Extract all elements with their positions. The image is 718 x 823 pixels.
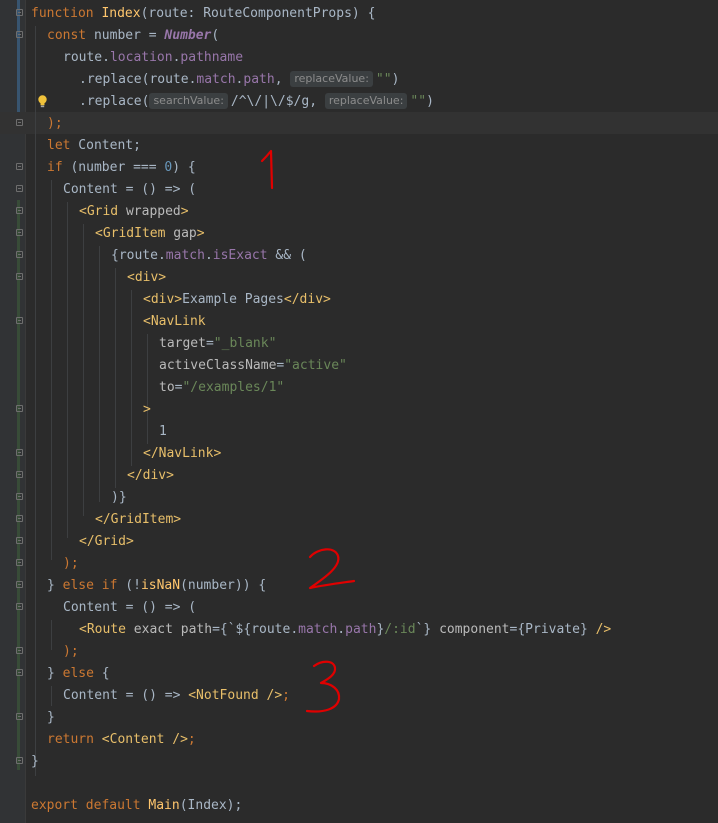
fold-icon[interactable] [16,515,23,522]
fold-icon[interactable] [16,449,23,456]
fold-icon[interactable] [16,207,23,214]
fold-icon[interactable] [16,713,23,720]
fold-icon[interactable] [16,317,23,324]
indent-guide [35,26,36,776]
code-line: .replace(route.match.path, replaceValue:… [79,71,400,87]
fold-icon[interactable] [16,229,23,236]
code-line: activeClassName="active" [159,358,347,373]
code-line: if (number === 0) { [47,160,196,175]
code-line: } [47,710,55,725]
code-line: {route.match.isExact && ( [111,248,307,263]
fold-icon[interactable] [16,757,23,764]
caret-row-highlight [0,112,718,134]
fold-icon[interactable] [16,493,23,500]
fold-icon[interactable] [16,9,23,16]
fold-icon[interactable] [16,119,23,126]
indent-guide [83,224,84,516]
fold-icon[interactable] [16,273,23,280]
indent-guide [51,620,52,650]
code-line: Content = () => ( [63,182,197,197]
code-line: <NavLink [143,314,206,329]
code-line: } [31,754,39,769]
indent-guide [147,334,148,444]
fold-icon[interactable] [16,471,23,478]
code-line: </GridItem> [95,512,182,527]
code-line: to="/examples/1" [159,380,285,395]
code-line: let Content; [47,138,141,153]
indent-guide [131,290,132,466]
indent-guide [51,180,52,560]
indent-guide [51,686,52,706]
code-line: target="_blank" [159,336,277,351]
lightbulb-icon[interactable] [37,95,48,108]
fold-icon[interactable] [16,405,23,412]
code-line: } else if (!isNaN(number)) { [47,578,267,593]
indent-guide [99,246,100,502]
fold-icon[interactable] [16,559,23,566]
fold-icon[interactable] [16,163,23,170]
code-editor[interactable]: function Index(route: RouteComponentProp… [0,0,718,823]
code-line: export default Main(Index); [31,798,243,813]
code-line: <Route exact path={`${route.match.path}/… [79,622,612,637]
parameter-hint: searchValue: [149,93,228,109]
vcs-added-marker[interactable] [17,200,20,770]
code-line: const number = Number( [47,28,220,43]
indent-guide [67,202,68,538]
fold-icon[interactable] [16,647,23,654]
parameter-hint: replaceValue: [290,71,373,87]
fold-icon[interactable] [16,31,23,38]
fold-icon[interactable] [16,185,23,192]
code-line: Content = () => <NotFound />; [63,688,290,703]
code-line: <div>Example Pages</div> [143,292,331,307]
code-line: function Index(route: RouteComponentProp… [31,6,376,21]
code-line: ); [63,556,79,571]
fold-icon[interactable] [16,603,23,610]
code-line: </Grid> [79,534,134,549]
code-line: .replace(searchValue:/^\/|\/$/g, replace… [79,93,434,109]
indent-guide [115,268,116,488]
code-line: </NavLink> [143,446,222,461]
code-line: } else { [47,666,110,681]
code-line: 1 [159,424,167,439]
code-line: <Grid wrapped> [79,204,189,219]
code-line: route.location.pathname [63,50,244,65]
code-line: Content = () => ( [63,600,197,615]
code-line: ); [47,116,63,131]
parameter-hint: replaceValue: [324,93,408,109]
fold-icon[interactable] [16,581,23,588]
code-line: return <Content />; [47,732,196,747]
fold-icon[interactable] [16,669,23,676]
fold-icon[interactable] [16,537,23,544]
code-line: )} [111,490,127,505]
code-line: <GridItem gap> [95,226,205,241]
code-line: <div> [127,270,167,285]
code-line: </div> [127,468,174,483]
code-line: ); [63,644,79,659]
fold-icon[interactable] [16,251,23,258]
code-line: > [143,402,151,417]
